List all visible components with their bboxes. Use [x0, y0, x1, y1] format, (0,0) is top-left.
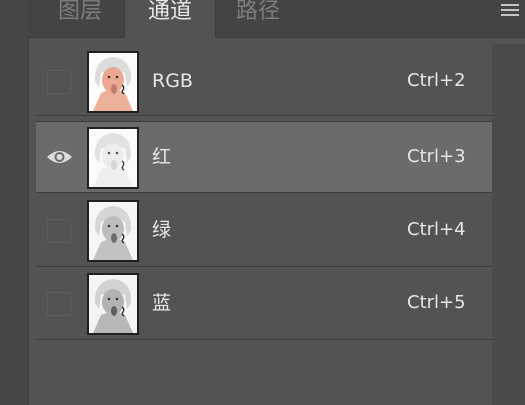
channel-row-green[interactable]: 绿 Ctrl+4: [36, 195, 492, 267]
channel-thumbnail-rgb: [87, 51, 139, 113]
channel-thumbnail-blue: [87, 273, 139, 335]
channel-thumbnail-red: [87, 127, 139, 189]
eye-icon[interactable]: [46, 146, 73, 168]
channel-row-red[interactable]: 红 Ctrl+3: [36, 121, 492, 193]
channel-name: 绿: [152, 219, 172, 241]
tab-paths[interactable]: 路径: [218, 0, 298, 37]
channel-list: RGB Ctrl+2 红 Ctrl+3 绿 Ctrl+4 蓝 Ctrl+5: [36, 44, 492, 405]
portrait-thumbnail-icon: [89, 202, 137, 260]
channel-shortcut: Ctrl+4: [407, 219, 466, 240]
portrait-thumbnail-icon: [89, 275, 137, 333]
tab-channels[interactable]: 通道: [124, 0, 216, 38]
channel-thumbnail-green: [87, 200, 139, 262]
channel-row-rgb[interactable]: RGB Ctrl+2: [36, 44, 492, 116]
panel-tab-bar: 图层 通道 路径: [28, 0, 525, 38]
channel-row-blue[interactable]: 蓝 Ctrl+5: [36, 268, 492, 340]
channel-name: RGB: [152, 70, 193, 92]
channels-panel: 图层 通道 路径 RGB Ctrl+2 红 Ctrl+3 绿 Ctrl+4 蓝 …: [0, 0, 525, 405]
vertical-scrollbar[interactable]: [492, 44, 525, 405]
channel-name: 红: [152, 146, 172, 168]
hamburger-menu-icon[interactable]: [499, 0, 521, 18]
channel-shortcut: Ctrl+3: [407, 146, 466, 167]
channel-name: 蓝: [152, 292, 172, 314]
portrait-thumbnail-icon: [89, 129, 137, 187]
tab-layers[interactable]: 图层: [42, 0, 118, 37]
visibility-toggle[interactable]: [47, 70, 71, 94]
visibility-toggle[interactable]: [47, 292, 71, 316]
channel-shortcut: Ctrl+2: [407, 70, 466, 91]
channel-shortcut: Ctrl+5: [407, 292, 466, 313]
portrait-thumbnail-icon: [89, 53, 137, 111]
visibility-toggle[interactable]: [47, 219, 71, 243]
left-dock-strip: [0, 0, 29, 405]
